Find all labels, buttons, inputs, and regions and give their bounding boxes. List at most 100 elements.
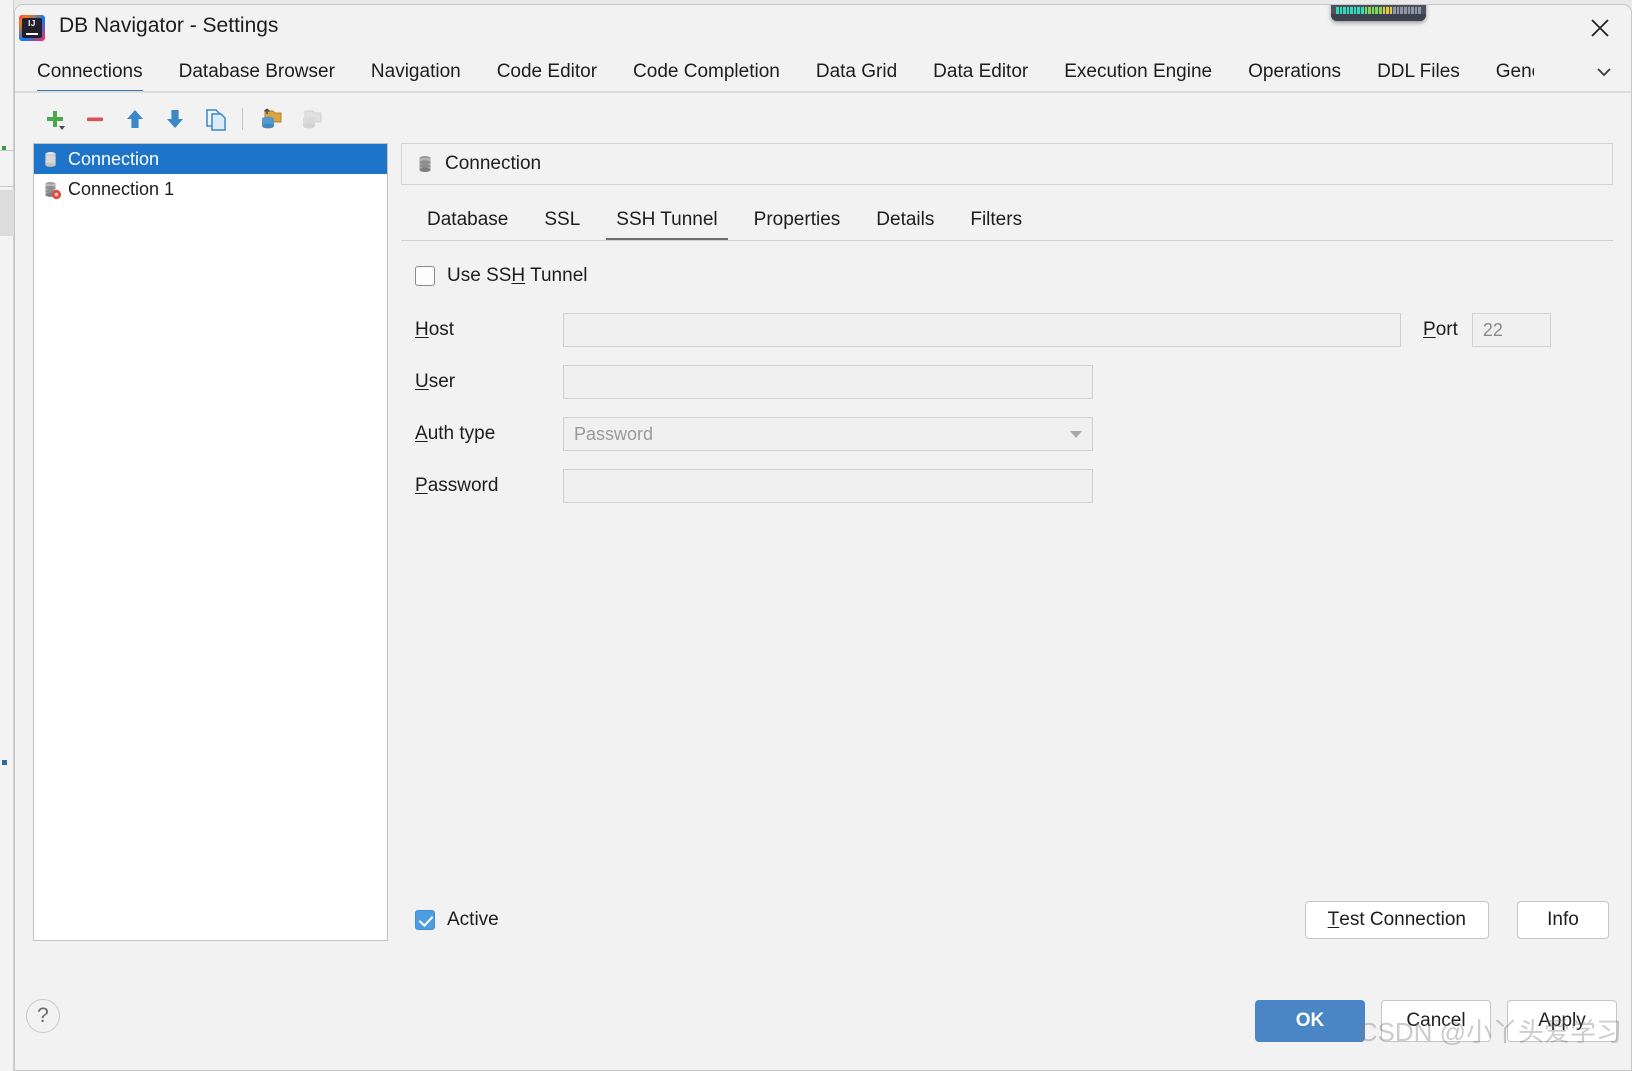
- user-label: User: [415, 371, 456, 392]
- subtab-details[interactable]: Details: [858, 209, 952, 241]
- tab-navigation[interactable]: Navigation: [353, 61, 479, 93]
- subtab-label: Details: [876, 209, 935, 230]
- connection-header-title: Connection: [445, 153, 542, 174]
- tab-label: Database Browser: [178, 61, 335, 82]
- tab-label: Gene: [1495, 61, 1534, 82]
- main-tabs-container: Connections Database Browser Navigation Cod…: [15, 51, 1631, 93]
- bg-line: [0, 150, 14, 151]
- subtab-database[interactable]: Database: [409, 209, 526, 241]
- tab-label: Data Grid: [815, 61, 898, 82]
- settings-dialog: IJ DB Navigator - Settings Connections Da…: [14, 4, 1632, 1071]
- tab-data-editor[interactable]: Data Editor: [915, 61, 1046, 93]
- close-icon[interactable]: [1569, 5, 1631, 51]
- chevron-down-icon[interactable]: [1591, 59, 1617, 85]
- subtab-label: SSL: [544, 209, 581, 230]
- auth-type-label: Auth type: [415, 423, 496, 444]
- use-ssh-tunnel-row[interactable]: Use SSH Tunnel: [401, 265, 1613, 287]
- tab-label: Operations: [1248, 61, 1342, 82]
- subtab-ssl[interactable]: SSL: [526, 209, 598, 241]
- test-connection-button[interactable]: Test Connection: [1304, 901, 1489, 939]
- info-button[interactable]: Info: [1517, 901, 1609, 939]
- connections-toolbar: [35, 99, 330, 139]
- use-ssh-tunnel-label: Use SSH Tunnel: [447, 265, 588, 286]
- tab-data-grid[interactable]: Data Grid: [798, 61, 915, 93]
- tab-label: Code Editor: [496, 61, 598, 82]
- port-label: Port: [1423, 319, 1458, 340]
- tab-code-editor[interactable]: Code Editor: [479, 61, 615, 93]
- chevron-down-icon: [1070, 430, 1082, 438]
- panel-bottom-bar: Active Test Connection Info: [401, 901, 1613, 939]
- connection-list[interactable]: Connection Connection 1: [33, 143, 388, 941]
- add-connection-button[interactable]: [35, 101, 75, 137]
- bg-blue-dot: [2, 760, 7, 765]
- tab-database-browser[interactable]: Database Browser: [161, 61, 353, 93]
- copy-connection-button[interactable]: [250, 101, 290, 137]
- password-input[interactable]: [563, 469, 1093, 503]
- active-row[interactable]: Active: [415, 909, 499, 931]
- host-input[interactable]: [563, 313, 1401, 347]
- panel-action-buttons: Test Connection Info: [1304, 901, 1609, 939]
- main-tab-strip: Connections Database Browser Navigation Cod…: [15, 51, 1631, 93]
- password-row: Password: [401, 469, 1613, 503]
- move-up-button[interactable]: [115, 101, 155, 137]
- dialog-footer: ? OK Cancel Apply: [15, 988, 1631, 1070]
- subtab-label: SSH Tunnel: [616, 209, 718, 230]
- tab-connections[interactable]: Connections: [19, 61, 161, 93]
- apply-button[interactable]: Apply: [1507, 1000, 1617, 1042]
- subtab-properties[interactable]: Properties: [736, 209, 859, 241]
- database-error-icon: [41, 180, 62, 199]
- tab-operations[interactable]: Operations: [1230, 61, 1359, 93]
- subtab-ssh-tunnel[interactable]: SSH Tunnel: [598, 209, 735, 241]
- tab-gene[interactable]: Gene: [1478, 61, 1534, 93]
- list-item-label: Connection 1: [68, 178, 175, 199]
- tab-label: DDL Files: [1377, 61, 1460, 82]
- subtab-label: Database: [427, 209, 509, 230]
- tab-execution-engine[interactable]: Execution Engine: [1046, 61, 1230, 93]
- connection-settings-panel: Connection Database SSL SSH Tunnel Properti…: [401, 143, 1613, 1070]
- auth-type-row: Auth type Password: [401, 417, 1613, 451]
- tab-label: Execution Engine: [1064, 61, 1213, 82]
- password-label: Password: [415, 475, 499, 496]
- dialog-body: Connection Connection 1 Connection Datab…: [15, 93, 1631, 1070]
- tab-label: Navigation: [370, 61, 461, 82]
- subtab-filters[interactable]: Filters: [952, 209, 1040, 241]
- list-item[interactable]: Connection 1: [34, 174, 387, 204]
- ok-button[interactable]: OK: [1255, 1000, 1365, 1042]
- bg-green-dot: [2, 146, 6, 150]
- subtab-label: Filters: [970, 209, 1023, 230]
- paste-connection-button: [290, 101, 330, 137]
- auth-type-value: Password: [574, 423, 654, 444]
- intellij-idea-icon: IJ: [19, 15, 45, 41]
- audio-level-meter-overlay: [1331, 5, 1426, 21]
- help-button[interactable]: ?: [26, 999, 60, 1033]
- list-item[interactable]: Connection: [34, 144, 387, 174]
- tab-label: Connections: [37, 61, 143, 82]
- auth-type-select[interactable]: Password: [563, 417, 1093, 451]
- remove-connection-button[interactable]: [75, 101, 115, 137]
- tab-label: Data Editor: [933, 61, 1029, 82]
- database-icon: [419, 156, 431, 172]
- port-input[interactable]: 22: [1471, 313, 1551, 347]
- user-input[interactable]: [563, 365, 1093, 399]
- active-label: Active: [447, 909, 499, 930]
- connection-header: Connection: [401, 143, 1613, 185]
- footer-buttons: OK Cancel Apply: [1255, 1000, 1617, 1042]
- tab-ddl-files[interactable]: DDL Files: [1359, 61, 1478, 93]
- bg-block: [0, 190, 14, 236]
- background-window-sliver: [0, 0, 14, 1071]
- active-checkbox[interactable]: [415, 910, 435, 930]
- duplicate-connection-button[interactable]: [195, 101, 235, 137]
- tab-code-completion[interactable]: Code Completion: [615, 61, 798, 93]
- ssh-tunnel-form: Use SSH Tunnel Host Port 22 User Auth ty…: [401, 241, 1613, 503]
- host-row: Host Port 22: [401, 313, 1613, 347]
- connection-sub-tabs: Database SSL SSH Tunnel Properties Details Fi…: [401, 199, 1613, 241]
- cancel-button[interactable]: Cancel: [1381, 1000, 1491, 1042]
- use-ssh-tunnel-checkbox[interactable]: [415, 266, 435, 286]
- page-title: DB Navigator - Settings: [59, 14, 279, 37]
- list-item-label: Connection: [68, 148, 160, 169]
- bg-line: [0, 186, 14, 187]
- toolbar-separator: [242, 108, 243, 130]
- subtab-label: Properties: [753, 209, 841, 230]
- user-row: User: [401, 365, 1613, 399]
- move-down-button[interactable]: [155, 101, 195, 137]
